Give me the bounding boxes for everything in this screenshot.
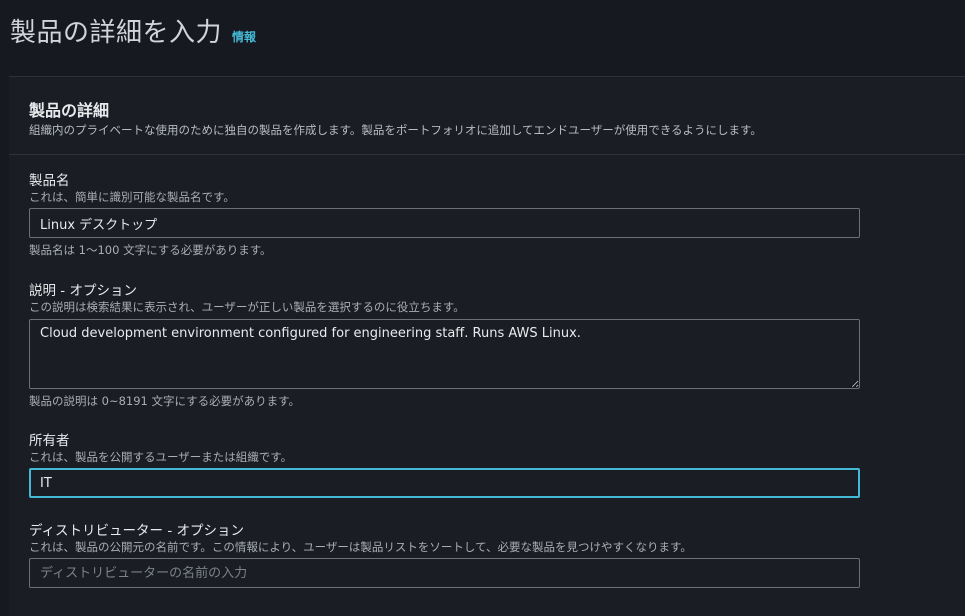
distributor-field: ディストリビューター - オプション これは、製品の公開元の名前です。この情報に…: [29, 523, 860, 588]
distributor-input[interactable]: [29, 558, 860, 588]
product-details-panel: 製品の詳細 組織内のプライベートな使用のために独自の製品を作成します。製品をポー…: [9, 76, 965, 616]
owner-label: 所有者: [29, 433, 70, 449]
description-field: 説明 - オプション この説明は検索結果に表示され、ユーザーが正しい製品を選択す…: [29, 283, 860, 409]
section-description: 組織内のプライベートな使用のために独自の製品を作成します。製品をポートフォリオに…: [29, 123, 762, 137]
owner-input[interactable]: [29, 468, 860, 498]
owner-description: これは、製品を公開するユーザーまたは組織です。: [29, 450, 293, 464]
product-name-input[interactable]: [29, 208, 860, 238]
panel-header: 製品の詳細 組織内のプライベートな使用のために独自の製品を作成します。製品をポー…: [9, 77, 965, 155]
distributor-label: ディストリビューター - オプション: [29, 523, 245, 539]
owner-field: 所有者 これは、製品を公開するユーザーまたは組織です。: [29, 433, 860, 498]
product-name-label: 製品名: [29, 173, 70, 189]
description-constraint: 製品の説明は 0~8191 文字にする必要があります。: [29, 394, 300, 408]
description-textarea[interactable]: Cloud development environment configured…: [29, 319, 860, 389]
page-header: 製品の詳細を入力 情報: [10, 12, 256, 49]
product-name-constraint: 製品名は 1～100 文字にする必要があります。: [29, 243, 272, 257]
page-title: 製品の詳細を入力: [10, 18, 223, 48]
product-name-field: 製品名 これは、簡単に識別可能な製品名です。 製品名は 1～100 文字にする必…: [29, 173, 860, 258]
product-name-description: これは、簡単に識別可能な製品名です。: [29, 190, 235, 204]
section-title: 製品の詳細: [29, 101, 110, 120]
distributor-description: これは、製品の公開元の名前です。この情報により、ユーザーは製品リストをソートして…: [29, 540, 692, 554]
description-label: 説明 - オプション: [29, 283, 137, 299]
description-help: この説明は検索結果に表示され、ユーザーが正しい製品を選択するのに役立ちます。: [29, 300, 465, 314]
info-link[interactable]: 情報: [232, 28, 256, 45]
